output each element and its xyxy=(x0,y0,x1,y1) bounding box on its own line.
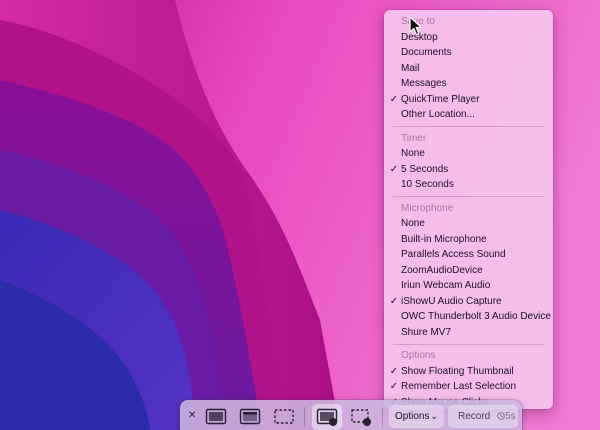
checkmark-icon: ✓ xyxy=(389,381,399,392)
menu-item-label: Mail xyxy=(401,62,420,74)
toolbar-divider xyxy=(304,407,305,427)
record-entire-screen-icon[interactable] xyxy=(312,404,342,430)
menu-item-label: Iriun Webcam Audio xyxy=(401,280,491,291)
checkmark-icon: ✓ xyxy=(389,365,399,377)
menu-item-label: Show Floating Thumbnail xyxy=(401,365,514,377)
menu-item[interactable]: Built-in Microphone xyxy=(384,232,553,248)
menu-item[interactable]: ZoomAudioDevice xyxy=(384,263,553,279)
menu-item[interactable]: ✓ 5 Seconds xyxy=(384,162,553,178)
menu-separator xyxy=(393,196,544,197)
capture-entire-screen-icon[interactable] xyxy=(205,408,227,426)
options-label: Options xyxy=(394,411,430,422)
menu-item[interactable]: Iriun Webcam Audio xyxy=(384,278,553,294)
menu-item-label: Remember Last Selection xyxy=(401,381,517,392)
menu-item[interactable]: 10 Seconds xyxy=(384,177,553,193)
record-label: Record xyxy=(458,411,491,422)
menu-item[interactable]: Parallels Access Sound xyxy=(384,247,553,263)
menu-item[interactable]: OWC Thunderbolt 3 Audio Device xyxy=(384,309,553,325)
menu-separator xyxy=(393,343,544,345)
menu-item[interactable]: None xyxy=(384,146,553,162)
capture-window-icon[interactable] xyxy=(239,408,261,426)
menu-item-label: ZoomAudioDevice xyxy=(401,264,483,276)
menu-item-label: Messages xyxy=(401,78,447,89)
menu-section-header: Microphone xyxy=(401,202,454,214)
mouse-cursor-icon xyxy=(409,16,423,41)
checkmark-icon: ✓ xyxy=(389,93,399,105)
record-selection-icon[interactable] xyxy=(350,408,372,426)
menu-item-label: 10 Seconds xyxy=(401,179,454,190)
menu-item-label: None xyxy=(401,218,425,229)
capture-selection-icon[interactable] xyxy=(273,408,295,426)
chevron-down-icon: ⌄ xyxy=(430,411,438,421)
menu-item-label: iShowU Audio Capture xyxy=(401,295,502,307)
menu-item-label: None xyxy=(401,148,425,159)
timer-icon xyxy=(497,412,505,420)
menu-section-header: Timer xyxy=(401,132,427,144)
menu-item[interactable]: None xyxy=(384,216,553,232)
menu-item[interactable]: Messages xyxy=(384,76,553,92)
menu-item[interactable]: ✓ Remember Last Selection xyxy=(384,379,553,395)
close-icon[interactable]: ✕ xyxy=(188,410,196,421)
checkmark-icon: ✓ xyxy=(389,295,399,307)
menu-item-label: Parallels Access Sound xyxy=(401,249,506,260)
toolbar-divider xyxy=(382,407,383,427)
menu-item-label: QuickTime Player xyxy=(401,93,480,105)
menu-item[interactable]: ✓ iShowU Audio Capture xyxy=(384,294,553,310)
timer-value: 5s xyxy=(505,411,516,422)
menu-separator xyxy=(393,126,544,127)
menu-item-label: 5 Seconds xyxy=(401,163,449,175)
checkmark-icon: ✓ xyxy=(389,163,399,175)
menu-item-label: Shure MV7 xyxy=(401,326,452,338)
timer-indicator: 5s xyxy=(497,411,516,422)
menu-item[interactable]: Other Location... xyxy=(384,107,553,123)
menu-item[interactable]: Mail xyxy=(384,61,553,77)
menu-item[interactable]: ✓ Show Floating Thumbnail xyxy=(384,364,553,380)
menu-item-label: OWC Thunderbolt 3 Audio Device xyxy=(401,311,551,322)
menu-item-label: Other Location... xyxy=(401,109,475,120)
record-button[interactable]: Record 5s xyxy=(448,405,518,428)
menu-section-header: Options xyxy=(401,350,436,361)
menu-item[interactable]: Shure MV7 xyxy=(384,325,553,341)
menu-item[interactable]: Documents xyxy=(384,45,553,61)
menu-item-label: Documents xyxy=(401,47,452,58)
menu-item-label: Built-in Microphone xyxy=(401,233,487,245)
options-button[interactable]: Options⌄ xyxy=(389,405,444,428)
screenshot-toolbar: ✕ Options⌄ Record 5s xyxy=(180,400,522,430)
options-menu: Save to Desktop Documents Mail Messages ✓ Quic… xyxy=(384,10,553,409)
menu-item[interactable]: ✓ QuickTime Player xyxy=(384,92,553,108)
